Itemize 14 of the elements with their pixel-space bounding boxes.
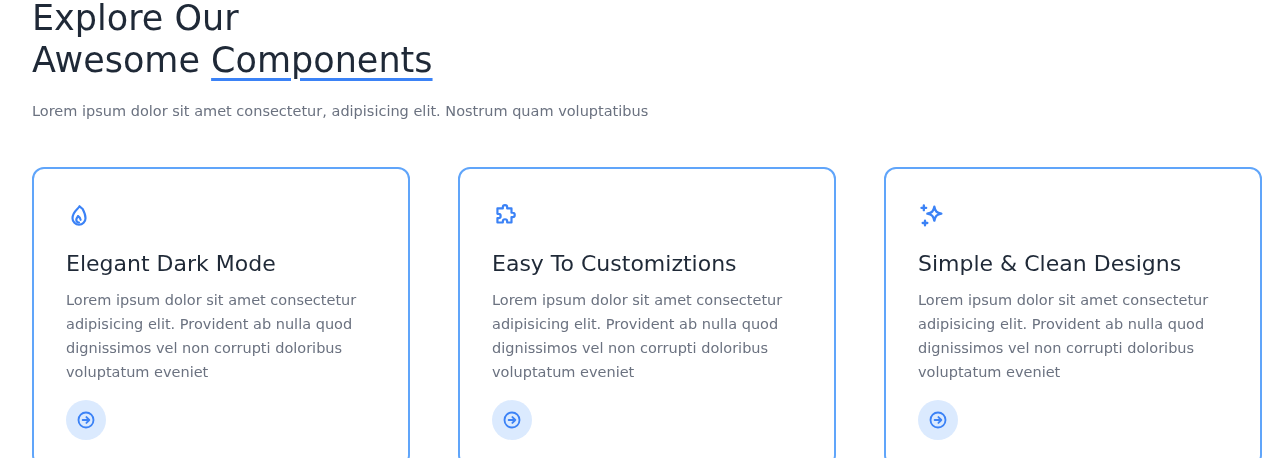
arrow-right-icon: [76, 410, 96, 430]
section-heading: Explore Our Awesome Components: [32, 0, 434, 81]
arrow-button[interactable]: [918, 400, 958, 440]
card-text: Lorem ipsum dolor sit amet consectetur adipisicing elit. Provident ab nulla quod dignissimos vel non corrupti doloribus voluptatum eveniet: [918, 291, 1210, 382]
arrow-button[interactable]: [66, 400, 106, 440]
intro-text: Lorem ipsum dolor sit amet consectetur, adipisicing elit. Nostrum quam voluptatibus: [32, 103, 650, 119]
arrow-button[interactable]: [492, 400, 532, 440]
card-title: Elegant Dark Mode: [66, 251, 277, 276]
arrow-right-icon: [928, 410, 948, 430]
card-text: Lorem ipsum dolor sit amet consectetur adipisicing elit. Provident ab nulla quod dignissimos vel non corrupti doloribus voluptatum eveniet: [66, 291, 358, 382]
card-title: Easy To Customiztions: [492, 251, 738, 276]
card-title: Simple & Clean Designs: [918, 251, 1183, 276]
card-text: Lorem ipsum dolor sit amet consectetur adipisicing elit. Provident ab nulla quod dignissimos vel non corrupti doloribus voluptatum eveniet: [492, 291, 784, 382]
arrow-right-icon: [502, 410, 522, 430]
